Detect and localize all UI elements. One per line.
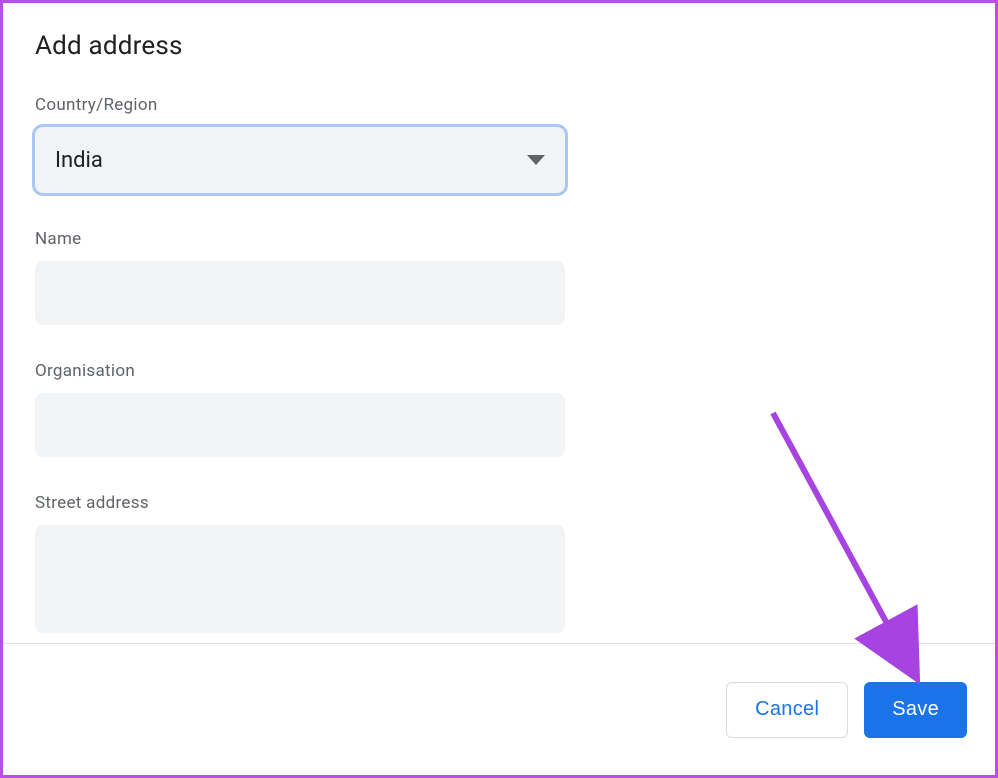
organisation-field[interactable] — [35, 393, 565, 457]
dialog-frame: Add address Country/Region India Name Or… — [0, 0, 998, 778]
organisation-label: Organisation — [35, 361, 963, 381]
name-field[interactable] — [35, 261, 565, 325]
country-select-wrapper: India — [35, 127, 565, 193]
dialog-content: Add address Country/Region India Name Or… — [3, 3, 995, 643]
country-select[interactable]: India — [35, 127, 565, 193]
cancel-button[interactable]: Cancel — [726, 682, 848, 738]
dialog-title: Add address — [35, 31, 963, 61]
street-address-field[interactable] — [35, 525, 565, 633]
name-label: Name — [35, 229, 963, 249]
save-button[interactable]: Save — [864, 682, 967, 738]
street-label: Street address — [35, 493, 963, 513]
chevron-down-icon — [527, 155, 545, 165]
country-value: India — [55, 148, 103, 173]
country-label: Country/Region — [35, 95, 963, 115]
dialog-footer: Cancel Save — [3, 643, 995, 775]
